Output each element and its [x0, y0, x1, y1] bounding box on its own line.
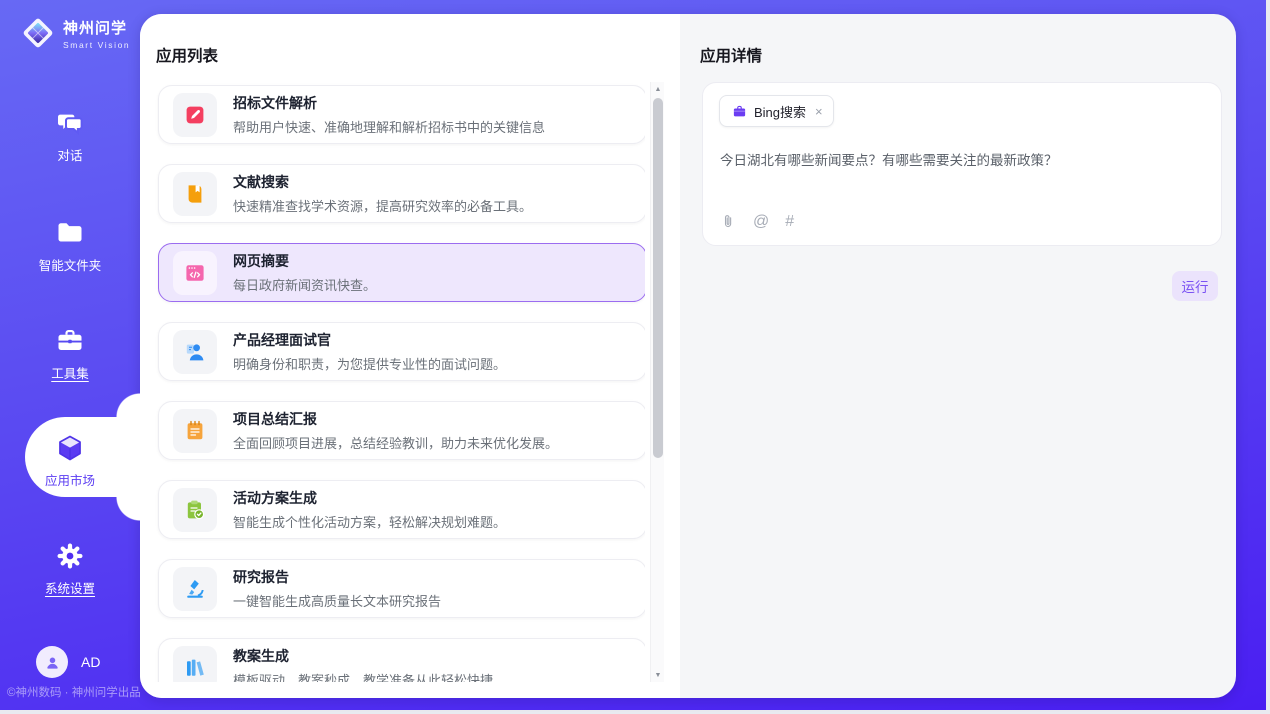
app-card-6[interactable]: 研究报告一键智能生成高质量长文本研究报告 [158, 559, 645, 618]
sidebar-item-label: 工具集 [51, 363, 89, 382]
tag-close-icon[interactable]: × [815, 104, 823, 119]
app-card-name: 研究报告 [233, 567, 441, 587]
prompt-toolbar: @ # [720, 213, 794, 230]
hash-icon[interactable]: # [785, 213, 794, 230]
app-card-4[interactable]: 项目总结汇报全面回顾项目进展，总结经验教训，助力未来优化发展。 [158, 401, 645, 460]
app-card-desc: 帮助用户快速、准确地理解和解析招标书中的关键信息 [233, 117, 545, 136]
app-card-1[interactable]: 文献搜索快速精准查找学术资源，提高研究效率的必备工具。 [158, 164, 645, 223]
active-tab-curve-bottom [116, 497, 140, 521]
cube-icon [55, 433, 85, 463]
prompt-card: Bing搜索 × 今日湖北有哪些新闻要点？有哪些需要关注的最新政策？ @ # [702, 82, 1222, 246]
app-card-name: 教案生成 [233, 646, 493, 666]
app-card-desc: 一键智能生成高质量长文本研究报告 [233, 591, 441, 610]
app-card-desc: 全面回顾项目进展，总结经验教训，助力未来优化发展。 [233, 433, 558, 452]
clipboard-check-icon [173, 488, 217, 532]
book-icon [173, 172, 217, 216]
app-card-5[interactable]: 活动方案生成智能生成个性化活动方案，轻松解决规划难题。 [158, 480, 645, 539]
toolbox-icon [55, 326, 85, 356]
app-card-desc: 明确身份和职责，为您提供专业性的面试问题。 [233, 354, 506, 373]
app-card-0[interactable]: 招标文件解析帮助用户快速、准确地理解和解析招标书中的关键信息 [158, 85, 645, 144]
run-button[interactable]: 运行 [1172, 271, 1218, 301]
briefcase-icon [732, 104, 747, 119]
sidebar-item-toolbox[interactable]: 工具集 [0, 326, 140, 382]
scroll-down-arrow-icon[interactable]: ▼ [651, 668, 665, 682]
edit-icon [173, 93, 217, 137]
app-list-title: 应用列表 [156, 44, 218, 66]
sidebar-item-label: 对话 [57, 145, 82, 164]
sidebar-item-settings[interactable]: 系统设置 [0, 541, 140, 597]
app-card-name: 招标文件解析 [233, 93, 545, 113]
tag-label: Bing搜索 [754, 102, 806, 121]
microscope-icon [173, 567, 217, 611]
scrollbar-thumb[interactable] [653, 98, 663, 458]
user-icon [43, 653, 62, 672]
mention-icon[interactable]: @ [753, 213, 769, 230]
content-shell: 应用列表 招标文件解析帮助用户快速、准确地理解和解析招标书中的关键信息文献搜索快… [140, 14, 1236, 698]
user-name: AD [81, 654, 100, 670]
app-card-3[interactable]: 产品经理面试官明确身份和职责，为您提供专业性的面试问题。 [158, 322, 645, 381]
logo-subtitle: Smart Vision [63, 40, 130, 50]
app-card-name: 项目总结汇报 [233, 409, 558, 429]
app-cards: 招标文件解析帮助用户快速、准确地理解和解析招标书中的关键信息文献搜索快速精准查找… [158, 85, 645, 682]
sidebar-item-smart-folder[interactable]: 智能文件夹 [0, 218, 140, 274]
folder-icon [55, 218, 85, 248]
sidebar-item-label: 应用市场 [45, 470, 95, 489]
app-detail-title: 应用详情 [700, 44, 762, 66]
app-logo: 神州问学 Smart Vision [20, 15, 130, 51]
notepad-icon [173, 409, 217, 453]
app-card-desc: 快速精准查找学术资源，提高研究效率的必备工具。 [233, 196, 532, 215]
paperclip-icon[interactable] [720, 213, 737, 230]
logo-diamond-icon [20, 15, 56, 51]
active-tab-curve-top [116, 393, 140, 417]
sidebar-footer: ©神州数码 · 神州问学出品 [7, 684, 157, 700]
app-card-name: 产品经理面试官 [233, 330, 506, 350]
app-card-7[interactable]: 教案生成模板驱动，教案秒成，教学准备从此轻松快捷 [158, 638, 645, 682]
app-card-desc: 智能生成个性化活动方案，轻松解决规划难题。 [233, 512, 506, 531]
user-account[interactable]: AD [36, 646, 100, 678]
books-icon [173, 646, 217, 683]
app-card-name: 网页摘要 [233, 251, 376, 271]
chat-icon [55, 108, 85, 138]
gear-icon [55, 541, 85, 571]
sidebar-item-chat[interactable]: 对话 [0, 108, 140, 164]
app-list-viewport: 招标文件解析帮助用户快速、准确地理解和解析招标书中的关键信息文献搜索快速精准查找… [140, 82, 645, 682]
sidebar-item-label: 智能文件夹 [39, 255, 102, 274]
sidebar-item-app-market[interactable]: 应用市场 [0, 433, 140, 489]
app-card-desc: 模板驱动，教案秒成，教学准备从此轻松快捷 [233, 670, 493, 682]
tool-tag-bing-search[interactable]: Bing搜索 × [719, 95, 834, 127]
avatar [36, 646, 68, 678]
prompt-textarea[interactable]: 今日湖北有哪些新闻要点？有哪些需要关注的最新政策？ [720, 151, 1205, 171]
app-card-2[interactable]: 网页摘要每日政府新闻资讯快查。 [158, 243, 645, 302]
list-scrollbar[interactable]: ▲ ▼ [650, 82, 664, 682]
interviewer-icon [173, 330, 217, 374]
sidebar-item-label: 系统设置 [45, 578, 95, 597]
browser-icon [173, 251, 217, 295]
app-card-desc: 每日政府新闻资讯快查。 [233, 275, 376, 294]
logo-title: 神州问学 [63, 17, 130, 38]
app-card-name: 文献搜索 [233, 172, 532, 192]
app-card-name: 活动方案生成 [233, 488, 506, 508]
scroll-up-arrow-icon[interactable]: ▲ [651, 82, 665, 96]
